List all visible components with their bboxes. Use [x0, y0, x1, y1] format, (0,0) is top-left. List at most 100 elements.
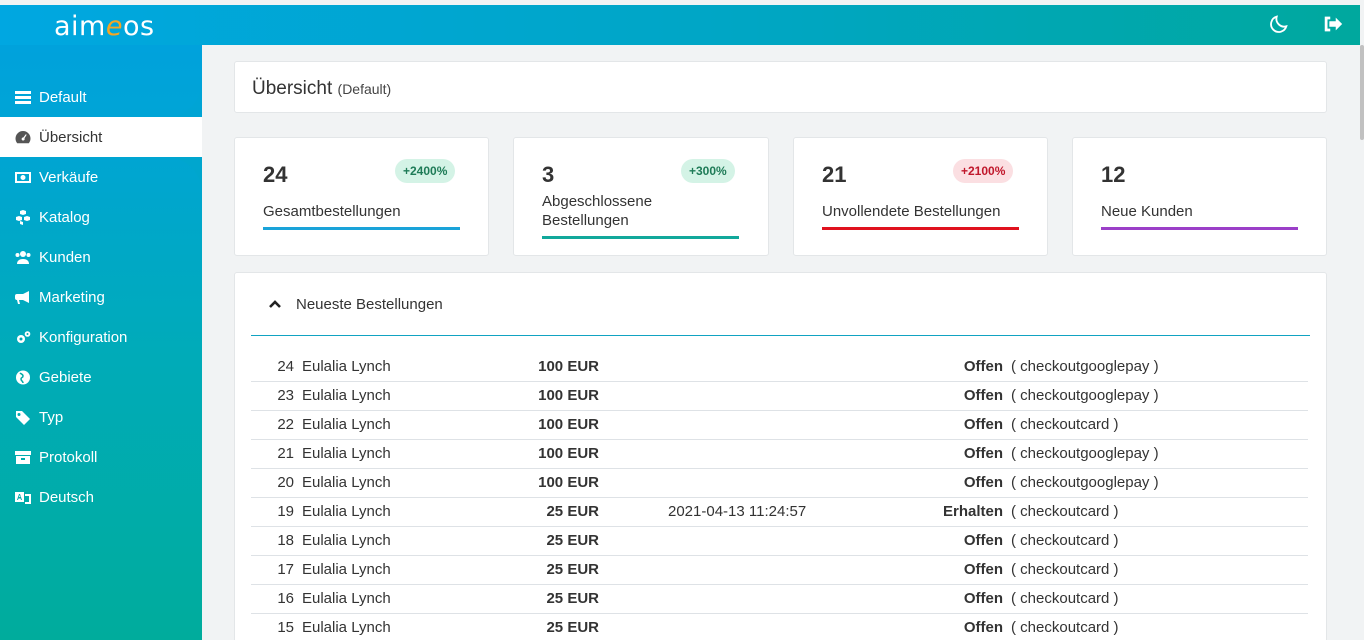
sidebar-item-verkaeufe[interactable]: Verkäufe	[0, 157, 202, 197]
order-id: 21	[277, 445, 294, 462]
sidebar-item-konfiguration[interactable]: Konfiguration	[0, 317, 202, 357]
sidebar-item-kunden[interactable]: Kunden	[0, 237, 202, 277]
stat-value: 12	[1101, 162, 1126, 187]
stat-label: Neue Kunden	[1101, 203, 1193, 220]
latest-orders-title: Neueste Bestellungen	[296, 295, 443, 313]
sidebar-item-label: Gebiete	[39, 368, 92, 386]
archive-icon	[14, 449, 32, 465]
order-price: 25 EUR	[546, 561, 599, 578]
stat-badge: +2100%	[953, 159, 1014, 183]
order-status: Offen	[963, 358, 1003, 375]
globe-icon	[14, 369, 32, 385]
order-status: Offen	[963, 619, 1003, 636]
payment-service: ( checkoutcard )	[1011, 590, 1119, 607]
sidebar-item-typ[interactable]: Typ	[0, 397, 202, 437]
stat-badge: +2400%	[395, 159, 456, 183]
payment-service: ( checkoutcard )	[1011, 619, 1119, 636]
customer-name: Eulalia Lynch	[302, 503, 391, 520]
stat-value: 24	[263, 162, 288, 187]
sidebar-item-label: Verkäufe	[39, 168, 99, 186]
sidebar-item-default[interactable]: Default	[0, 77, 202, 117]
order-id: 16	[277, 590, 294, 607]
stat-underline	[822, 227, 1019, 230]
latest-orders-header[interactable]: Neueste Bestellungen	[251, 273, 1310, 336]
order-row[interactable]: 17 Eulalia Lynch 25 EUR Offen ( checkoutcard…	[251, 556, 1308, 585]
order-row[interactable]: 21 Eulalia Lynch 100 EUR Offen ( checkoutgoo…	[251, 440, 1308, 469]
sidebar-item-uebersicht[interactable]: Übersicht	[0, 117, 202, 157]
server-icon	[14, 89, 32, 105]
order-row[interactable]: 23 Eulalia Lynch 100 EUR Offen ( checkoutgoo…	[251, 382, 1308, 411]
order-row[interactable]: 20 Eulalia Lynch 100 EUR Offen ( checkoutgoo…	[251, 469, 1308, 498]
order-price: 25 EUR	[546, 619, 599, 636]
stat-value: 21	[822, 162, 847, 187]
order-status: Offen	[963, 561, 1003, 578]
order-id: 24	[277, 358, 294, 375]
stat-card-new-customers: 12 Neue Kunden	[1072, 137, 1327, 256]
order-price: 100 EUR	[538, 387, 599, 404]
top-bar: aimeos	[0, 5, 1360, 45]
stat-card-unfinished-orders: 21 +2100% Unvollendete Bestellungen	[793, 137, 1048, 256]
stat-card-total-orders: 24 +2400% Gesamtbestellungen	[234, 137, 489, 256]
stat-value: 3	[542, 162, 555, 187]
payment-service: ( checkoutgooglepay )	[1011, 358, 1159, 375]
payment-service: ( checkoutcard )	[1011, 416, 1119, 433]
order-status: Offen	[963, 590, 1003, 607]
customer-name: Eulalia Lynch	[302, 590, 391, 607]
customer-name: Eulalia Lynch	[302, 387, 391, 404]
order-price: 25 EUR	[546, 532, 599, 549]
customer-name: Eulalia Lynch	[302, 358, 391, 375]
sidebar: Default Übersicht Verkäufe Katalog Kunde…	[0, 45, 202, 640]
stat-underline	[263, 227, 460, 230]
payment-service: ( checkoutgooglepay )	[1011, 387, 1159, 404]
sidebar-item-katalog[interactable]: Katalog	[0, 197, 202, 237]
dashboard-icon	[14, 129, 32, 145]
stat-underline	[542, 236, 739, 239]
customer-name: Eulalia Lynch	[302, 532, 391, 549]
sidebar-item-label: Default	[39, 88, 87, 106]
order-id: 20	[277, 474, 294, 491]
chevron-up-icon[interactable]	[268, 297, 282, 311]
sidebar-item-gebiete[interactable]: Gebiete	[0, 357, 202, 397]
page-header: Übersicht (Default)	[234, 61, 1327, 113]
sidebar-item-deutsch[interactable]: Deutsch	[0, 477, 202, 517]
page-scrollbar[interactable]	[1360, 0, 1364, 640]
order-row[interactable]: 24 Eulalia Lynch 100 EUR Offen ( checkoutgoo…	[251, 353, 1308, 382]
order-row[interactable]: 18 Eulalia Lynch 25 EUR Offen ( checkoutcard…	[251, 527, 1308, 556]
language-icon	[14, 489, 32, 505]
payment-service: ( checkoutgooglepay )	[1011, 474, 1159, 491]
sidebar-item-label: Marketing	[39, 288, 105, 306]
order-price: 25 EUR	[546, 503, 599, 520]
sign-out-icon[interactable]	[1322, 13, 1344, 35]
order-row[interactable]: 22 Eulalia Lynch 100 EUR Offen ( checkoutcar…	[251, 411, 1308, 440]
moon-icon[interactable]	[1268, 13, 1290, 35]
page-title: Übersicht (Default)	[252, 78, 392, 99]
order-row[interactable]: 19 Eulalia Lynch 25 EUR 2021-04-13 11:24:57…	[251, 498, 1308, 527]
aimeos-logo[interactable]: aimeos	[54, 11, 155, 42]
order-status: Offen	[963, 387, 1003, 404]
customer-name: Eulalia Lynch	[302, 474, 391, 491]
sidebar-item-protokoll[interactable]: Protokoll	[0, 437, 202, 477]
latest-orders-card: Neueste Bestellungen 24 Eulalia Lynch 100 …	[234, 272, 1327, 640]
order-price: 100 EUR	[538, 474, 599, 491]
payment-service: ( checkoutcard )	[1011, 503, 1119, 520]
sidebar-item-label: Protokoll	[39, 448, 98, 466]
order-price: 25 EUR	[546, 590, 599, 607]
customer-name: Eulalia Lynch	[302, 445, 391, 462]
sidebar-item-label: Katalog	[39, 208, 90, 226]
order-row[interactable]: 16 Eulalia Lynch 25 EUR Offen ( checkoutcard…	[251, 585, 1308, 614]
stat-card-completed-orders: 3 +300% Abgeschlossene Bestellungen	[513, 137, 769, 256]
order-row[interactable]: 15 Eulalia Lynch 25 EUR Offen ( checkoutcard…	[251, 614, 1308, 640]
order-id: 17	[277, 561, 294, 578]
scrollbar-thumb[interactable]	[1360, 45, 1364, 140]
sidebar-item-label: Kunden	[39, 248, 91, 266]
users-icon	[14, 249, 32, 265]
stat-label: Gesamtbestellungen	[263, 203, 401, 220]
order-id: 18	[277, 532, 294, 549]
stat-label: Abgeschlossene Bestellungen	[542, 193, 653, 229]
order-id: 19	[277, 503, 294, 520]
bullhorn-icon	[14, 289, 32, 305]
sidebar-item-marketing[interactable]: Marketing	[0, 277, 202, 317]
sidebar-item-label: Deutsch	[39, 488, 95, 506]
page-subtitle: (Default)	[337, 81, 392, 97]
order-price: 100 EUR	[538, 416, 599, 433]
